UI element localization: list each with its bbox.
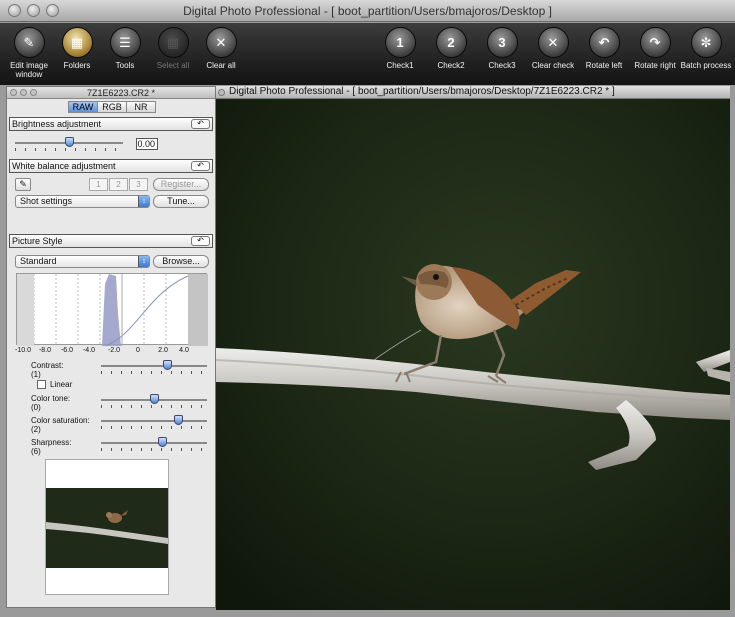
- white-balance-reset-button[interactable]: ↶: [191, 161, 210, 171]
- palette-filename: 7Z1E6223.CR2 *: [87, 88, 156, 98]
- image-window-title: Digital Photo Professional - [ boot_part…: [229, 86, 615, 97]
- color-tone-slider[interactable]: [101, 394, 207, 408]
- rotate-left-button[interactable]: ↶ Rotate left: [576, 27, 632, 70]
- color-tone-slider-thumb[interactable]: [150, 394, 159, 404]
- tools-icon: ☰: [109, 27, 141, 58]
- color-tone-value: (0): [31, 403, 41, 412]
- picture-style-select[interactable]: Standard ↕: [15, 255, 150, 268]
- window-title: Digital Photo Professional - [ boot_part…: [183, 4, 552, 18]
- palette-zoom-button[interactable]: [30, 89, 37, 96]
- navigator-thumbnail[interactable]: [45, 459, 169, 595]
- wb-preset-2-button[interactable]: 2: [109, 178, 128, 191]
- brightness-value-field[interactable]: 0.00: [136, 138, 158, 150]
- histogram-axis: -10.0 -8.0 -6.0 -4.0 -2.0 0 2.0 4.0: [15, 347, 189, 354]
- wb-preset-3-button[interactable]: 3: [129, 178, 148, 191]
- histogram-peak: [102, 274, 121, 346]
- contrast-label: Contrast:: [31, 361, 64, 370]
- check1-button[interactable]: 1 Check1: [372, 27, 428, 70]
- batch-process-button[interactable]: ✼ Batch process: [678, 27, 734, 70]
- title-bar: Digital Photo Professional - [ boot_part…: [0, 0, 735, 22]
- linear-checkbox[interactable]: [37, 380, 46, 389]
- rotate-left-icon: ↶: [588, 27, 620, 58]
- palette-minimize-button[interactable]: [20, 89, 27, 96]
- image-window-close-button[interactable]: [218, 89, 225, 96]
- linear-label: Linear: [50, 380, 73, 389]
- browse-button[interactable]: Browse...: [153, 255, 209, 268]
- select-arrows-icon: ↕: [138, 256, 149, 267]
- color-saturation-slider-thumb[interactable]: [174, 415, 184, 425]
- sharpness-label: Sharpness:: [31, 438, 72, 447]
- check2-button[interactable]: 2 Check2: [423, 27, 479, 70]
- sharpness-value: (6): [31, 447, 41, 456]
- wb-preset-1-button[interactable]: 1: [89, 178, 108, 191]
- tab-nr[interactable]: NR: [126, 101, 156, 113]
- photo-view[interactable]: [216, 100, 730, 610]
- check3-button[interactable]: 3 Check3: [474, 27, 530, 70]
- sharpness-slider[interactable]: [101, 437, 207, 451]
- folders-icon: ▦: [61, 27, 93, 58]
- image-window: Digital Photo Professional - [ boot_part…: [216, 86, 730, 610]
- palette-tabs: RAW RGB NR: [68, 101, 156, 113]
- clear-check-icon: ✕: [537, 27, 569, 58]
- sharpness-slider-thumb[interactable]: [158, 437, 168, 447]
- clear-all-icon: ✕: [205, 27, 237, 58]
- edit-image-icon: ✎: [13, 27, 45, 58]
- check3-icon: 3: [486, 27, 518, 58]
- tab-raw[interactable]: RAW: [68, 101, 98, 113]
- brightness-slider-thumb[interactable]: [65, 137, 74, 147]
- white-balance-section-header: White balance adjustment ↶: [9, 159, 213, 173]
- app-window: Digital Photo Professional - [ boot_part…: [0, 0, 735, 617]
- clear-all-button[interactable]: ✕ Clear all: [193, 27, 249, 70]
- picture-style-section-header: Picture Style ↶: [9, 234, 213, 248]
- image-window-titlebar: Digital Photo Professional - [ boot_part…: [216, 86, 730, 99]
- white-balance-select[interactable]: Shot settings ↕: [15, 195, 150, 208]
- picture-style-reset-button[interactable]: ↶: [191, 236, 210, 246]
- palette-close-button[interactable]: [10, 89, 17, 96]
- palette-header: 7Z1E6223.CR2 *: [7, 87, 215, 99]
- rotate-right-icon: ↷: [639, 27, 671, 58]
- contrast-value: (1): [31, 370, 41, 379]
- check2-icon: 2: [435, 27, 467, 58]
- brightness-slider[interactable]: [15, 137, 123, 151]
- color-tone-label: Color tone:: [31, 394, 71, 403]
- tune-button[interactable]: Tune...: [153, 195, 209, 208]
- color-saturation-slider[interactable]: [101, 415, 207, 429]
- batch-process-icon: ✼: [690, 27, 722, 58]
- contrast-slider[interactable]: [101, 360, 207, 374]
- tool-palette: 7Z1E6223.CR2 * RAW RGB NR Brightness adj…: [6, 86, 216, 608]
- eyedropper-icon: ✎: [19, 179, 27, 189]
- select-arrows-icon: ↕: [138, 196, 149, 207]
- clear-check-button[interactable]: ✕ Clear check: [525, 27, 581, 70]
- brightness-reset-button[interactable]: ↶: [191, 119, 210, 129]
- color-saturation-value: (2): [31, 425, 41, 434]
- tab-rgb[interactable]: RGB: [97, 101, 127, 113]
- register-button[interactable]: Register...: [153, 178, 209, 191]
- rotate-right-button[interactable]: ↷ Rotate right: [627, 27, 683, 70]
- color-saturation-label: Color saturation:: [31, 416, 90, 425]
- select-all-icon: ▦: [157, 27, 189, 58]
- eyedropper-button[interactable]: ✎: [15, 178, 31, 191]
- tone-curve-histogram[interactable]: [16, 273, 208, 347]
- toolbar: ✎ Edit image window ▦ Folders ☰ Tools ▦ …: [0, 23, 735, 85]
- brightness-section-header: Brightness adjustment ↶: [9, 117, 213, 131]
- check1-icon: 1: [384, 27, 416, 58]
- contrast-slider-thumb[interactable]: [162, 360, 172, 370]
